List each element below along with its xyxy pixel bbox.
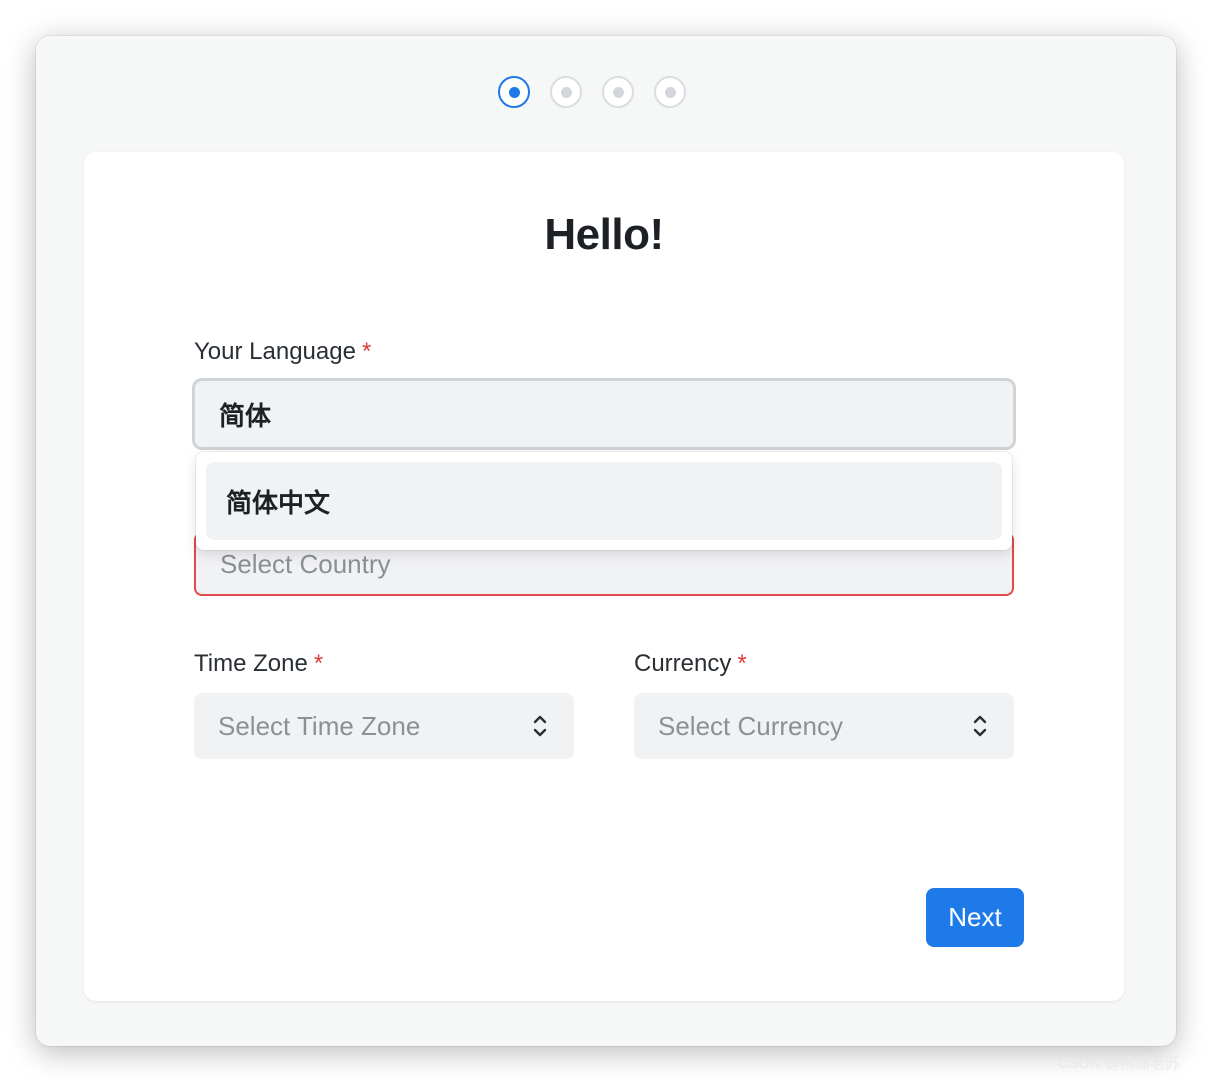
time-zone-label: Time Zone * <box>194 650 323 678</box>
watermark: CSDN @杨浦老苏 <box>1058 1055 1180 1072</box>
chevron-up-down-icon <box>530 711 550 741</box>
language-label: Your Language * <box>194 338 371 366</box>
language-input-value: 简体 <box>219 400 272 431</box>
step-2[interactable] <box>550 76 582 108</box>
currency-placeholder: Select Currency <box>658 710 843 741</box>
currency-label-text: Currency <box>634 650 732 677</box>
page-title: Hello! <box>544 210 664 259</box>
chevron-up-down-icon <box>970 711 990 741</box>
setup-window: Hello! Your Language * Select Country 简体 … <box>36 36 1176 1046</box>
time-zone-placeholder: Select Time Zone <box>218 710 421 741</box>
language-option[interactable]: 简体中文 <box>206 462 1002 540</box>
step-dot-icon <box>664 86 676 98</box>
time-zone-select[interactable]: Select Time Zone <box>194 693 574 759</box>
country-placeholder: Select Country <box>220 548 391 579</box>
required-mark: * <box>361 338 372 365</box>
step-dot-icon <box>560 86 572 98</box>
step-1[interactable] <box>498 76 530 108</box>
step-3[interactable] <box>602 76 634 108</box>
required-mark: * <box>737 650 747 677</box>
required-mark: * <box>313 650 324 677</box>
step-dot-icon <box>612 86 624 98</box>
setup-card: Hello! Your Language * Select Country 简体 … <box>84 152 1124 1001</box>
language-label-text: Your Language <box>194 338 356 365</box>
step-dot-icon <box>508 86 520 98</box>
currency-select[interactable]: Select Currency <box>634 693 1014 759</box>
language-input[interactable]: 简体 <box>192 378 1016 450</box>
language-option-label: 简体中文 <box>226 487 331 518</box>
time-zone-label-text: Time Zone <box>194 650 308 677</box>
language-dropdown: 简体中文 <box>196 452 1012 550</box>
next-button[interactable]: Next <box>926 888 1024 947</box>
step-indicator <box>36 76 1176 108</box>
step-4[interactable] <box>654 76 686 108</box>
currency-label: Currency * <box>634 650 747 678</box>
